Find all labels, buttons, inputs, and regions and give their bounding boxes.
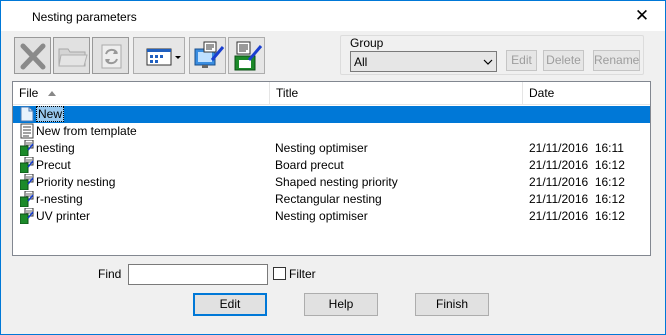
dialog-window: Nesting parameters ✕ Group All Edit Dele… <box>0 0 666 335</box>
finish-button[interactable]: Finish <box>415 293 489 316</box>
group-label: Group <box>348 36 386 50</box>
view-mode-dropdown[interactable] <box>133 37 185 74</box>
list-item[interactable]: r-nesting Rectangular nesting 21/11/2016 1… <box>13 190 650 208</box>
edit-button[interactable]: Edit <box>193 293 267 316</box>
delete-tool-icon <box>20 43 46 70</box>
edit-machine-button[interactable] <box>189 37 226 74</box>
delete-tool-button[interactable] <box>14 37 51 74</box>
filter-label: Filter <box>289 267 316 281</box>
column-header-file[interactable]: File <box>13 82 270 104</box>
title-bar: Nesting parameters ✕ <box>1 1 665 31</box>
column-header-file-label: File <box>19 86 39 100</box>
title-cell: Board precut <box>275 158 344 172</box>
sort-ascending-icon <box>47 91 56 96</box>
date-cell: 21/11/2016 16:12 <box>529 209 625 223</box>
chevron-down-icon <box>483 59 493 65</box>
edit-file-button[interactable] <box>228 37 265 74</box>
file-name-cell: Precut <box>36 158 71 172</box>
list-item[interactable]: Priority nesting Shaped nesting priority 2… <box>13 173 650 191</box>
file-name-cell: r-nesting <box>36 192 83 206</box>
date-cell: 21/11/2016 16:12 <box>529 175 625 189</box>
file-name-text: r-nesting <box>36 192 83 206</box>
close-button[interactable]: ✕ <box>619 1 665 31</box>
file-name-text: UV printer <box>36 209 91 223</box>
nesting-file-icon <box>19 156 34 174</box>
file-name-cell: nesting <box>36 141 75 155</box>
file-name-text: Priority nesting <box>36 175 116 189</box>
group-rename-button[interactable]: Rename <box>593 50 640 71</box>
find-input[interactable] <box>128 264 268 285</box>
find-label: Find <box>98 267 122 281</box>
refresh-button[interactable] <box>92 37 129 74</box>
open-folder-button[interactable] <box>53 37 90 74</box>
list-item[interactable]: New <box>13 106 650 123</box>
group-select-value: All <box>354 55 368 69</box>
file-name-text: New <box>36 106 65 122</box>
template-icon <box>20 123 34 139</box>
title-cell: Nesting optimiser <box>275 209 368 223</box>
filter-checkbox[interactable] <box>273 267 286 280</box>
group-delete-button[interactable]: Delete <box>543 50 584 71</box>
edit-file-icon <box>234 41 263 71</box>
group-select[interactable]: All <box>350 51 497 72</box>
date-cell: 21/11/2016 16:12 <box>529 158 625 172</box>
file-name-text: nesting <box>36 141 75 155</box>
file-name-text: Precut <box>36 158 71 172</box>
column-header-title[interactable]: Title <box>270 82 523 104</box>
title-cell: Shaped nesting priority <box>275 175 398 189</box>
view-mode-icon <box>146 48 181 66</box>
title-cell: Rectangular nesting <box>275 192 382 206</box>
group-edit-button[interactable]: Edit <box>506 50 537 71</box>
nesting-file-icon <box>19 190 34 208</box>
file-name-text: New from template <box>36 124 137 138</box>
title-cell: Nesting optimiser <box>275 141 368 155</box>
list-item[interactable]: UV printer Nesting optimiser 21/11/2016 16… <box>13 207 650 225</box>
nesting-file-icon <box>19 173 34 191</box>
list-item[interactable]: Precut Board precut 21/11/2016 16:12 <box>13 156 650 174</box>
date-cell: 21/11/2016 16:11 <box>529 141 624 155</box>
window-title: Nesting parameters <box>32 10 137 24</box>
nesting-file-icon <box>19 139 34 157</box>
list-header: File Title Date <box>13 82 650 105</box>
list-item[interactable]: New from template <box>13 123 650 140</box>
file-name-cell: Priority nesting <box>36 175 115 189</box>
folder-icon <box>58 48 88 67</box>
refresh-icon <box>101 44 122 69</box>
nesting-file-icon <box>19 207 34 225</box>
new-file-icon <box>20 106 34 122</box>
edit-machine-icon <box>194 41 225 68</box>
help-button[interactable]: Help <box>304 293 378 316</box>
file-name-cell: New <box>36 106 65 122</box>
list-item[interactable]: nesting Nesting optimiser 21/11/2016 16:11 <box>13 139 650 157</box>
file-name-cell: UV printer <box>36 209 90 223</box>
file-list[interactable]: File Title Date New New from template nest… <box>12 81 651 256</box>
file-name-cell: New from template <box>36 124 137 138</box>
column-header-date[interactable]: Date <box>523 82 650 104</box>
date-cell: 21/11/2016 16:12 <box>529 192 625 206</box>
